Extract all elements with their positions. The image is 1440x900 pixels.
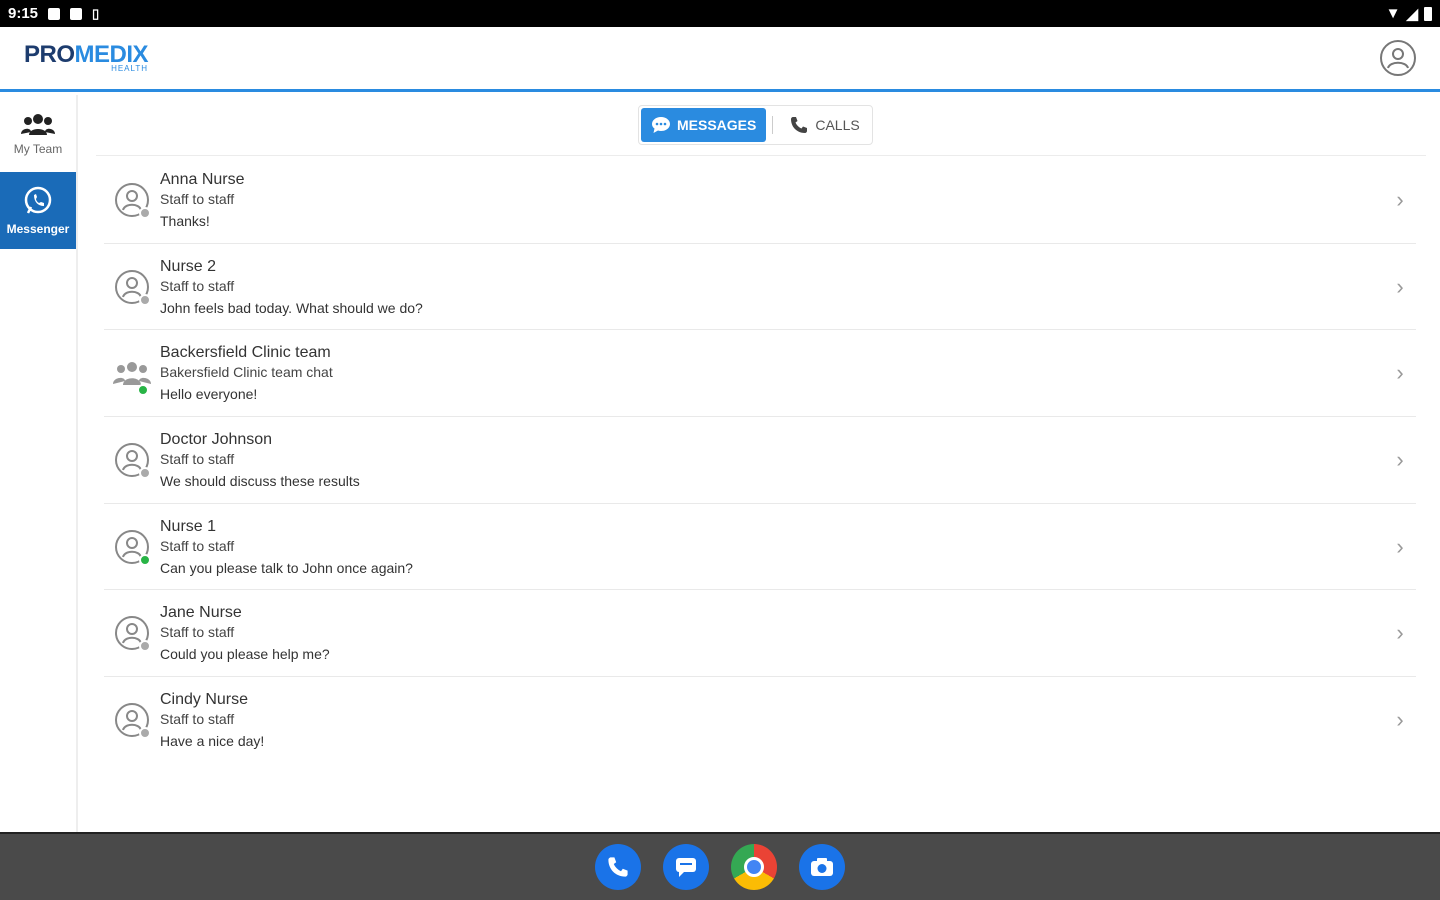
person-avatar-icon	[115, 616, 151, 653]
app-header: PROMEDIX HEALTH	[0, 27, 1440, 92]
conversation-item[interactable]: Backersfield Clinic team Bakersfield Cli…	[104, 330, 1416, 418]
wifi-icon: ▼	[1385, 5, 1401, 22]
conversation-avatar	[104, 269, 160, 306]
conversation-subtitle: Staff to staff	[160, 711, 235, 728]
tab-messages-label: MESSAGES	[677, 117, 757, 133]
sidebar-item-my-team[interactable]: My Team	[0, 95, 76, 172]
person-avatar-icon	[115, 703, 151, 740]
presence-indicator	[139, 206, 151, 219]
conversation-subtitle: Bakersfield Clinic team chat	[160, 364, 333, 381]
chevron-right-icon: ›	[1396, 707, 1404, 733]
person-avatar-icon	[115, 529, 151, 566]
divider	[96, 155, 1426, 156]
conversation-name: Doctor Johnson	[160, 430, 273, 448]
sidebar-item-messenger[interactable]: Messenger	[0, 172, 76, 249]
conversation-subtitle: Staff to staff	[160, 624, 235, 641]
presence-indicator	[137, 384, 149, 397]
presence-indicator	[139, 640, 151, 653]
android-dock	[0, 832, 1440, 900]
conversation-last-message: Hello everyone!	[160, 386, 258, 403]
tab-calls-label: CALLS	[815, 117, 860, 133]
conversation-last-message: Thanks!	[160, 212, 210, 229]
conversation-name: Jane Nurse	[160, 604, 242, 622]
conversation-name: Backersfield Clinic team	[160, 344, 331, 362]
presence-indicator	[139, 293, 151, 306]
messages-app-icon[interactable]	[663, 844, 709, 890]
tab-divider	[772, 116, 774, 134]
sidebar: My Team Messenger	[0, 95, 78, 832]
person-avatar-icon	[115, 182, 151, 219]
chevron-right-icon: ›	[1396, 446, 1404, 472]
chat-phone-icon	[24, 186, 52, 214]
phone-icon	[791, 117, 808, 133]
logo-text-pro: PRO	[24, 41, 75, 68]
sidebar-item-label: Messenger	[6, 221, 70, 236]
camera-app-icon[interactable]	[799, 844, 845, 890]
status-bar: 9:15 ▯ ▼ ◢	[0, 0, 1440, 27]
tab-calls[interactable]: CALLS	[779, 108, 869, 142]
chrome-app-icon[interactable]	[731, 844, 777, 890]
conversation-name: Anna Nurse	[160, 170, 245, 188]
conversation-last-message: Have a nice day!	[160, 733, 265, 750]
conversation-item[interactable]: Nurse 1 Staff to staff Can you please ta…	[104, 504, 1416, 591]
chevron-right-icon: ›	[1396, 360, 1404, 386]
conversation-avatar	[104, 703, 160, 740]
conversation-subtitle: Staff to staff	[160, 450, 235, 467]
conversation-item[interactable]: Jane Nurse Staff to staff Could you plea…	[104, 590, 1416, 678]
conversation-name: Nurse 2	[160, 257, 217, 275]
sd-card-icon	[70, 7, 83, 20]
main-content: MESSAGES CALLS Anna Nurse Staff to staff…	[96, 95, 1426, 832]
conversation-name: Nurse 1	[160, 517, 217, 535]
conversation-last-message: Can you please talk to John once again?	[160, 559, 413, 576]
signal-icon: ◢	[1406, 5, 1418, 23]
chevron-right-icon: ›	[1396, 533, 1404, 559]
person-avatar-icon	[115, 269, 151, 306]
presence-indicator	[139, 553, 151, 566]
person-avatar-icon	[115, 442, 151, 479]
user-avatar-icon	[1387, 48, 1409, 69]
conversation-last-message: We should discuss these results	[160, 472, 360, 489]
conversation-avatar	[104, 356, 160, 397]
conversation-item[interactable]: Nurse 2 Staff to staff John feels bad to…	[104, 244, 1416, 331]
conversation-item[interactable]: Doctor Johnson Staff to staff We should …	[104, 417, 1416, 504]
conversation-last-message: John feels bad today. What should we do?	[160, 299, 423, 316]
conversation-name: Cindy Nurse	[160, 691, 249, 709]
phone-app-icon[interactable]	[595, 844, 641, 890]
chevron-right-icon: ›	[1396, 186, 1404, 212]
conversation-avatar	[104, 529, 160, 566]
promedix-logo: PROMEDIX HEALTH	[24, 41, 149, 73]
battery-icon	[1424, 6, 1432, 21]
chat-bubble-icon	[652, 117, 670, 133]
presence-indicator	[139, 727, 151, 740]
clipboard-icon: ▯	[92, 5, 100, 21]
conversation-avatar	[104, 616, 160, 653]
chevron-right-icon: ›	[1396, 620, 1404, 646]
presence-indicator	[139, 466, 151, 479]
profile-button[interactable]	[1380, 40, 1416, 76]
conversation-subtitle: Staff to staff	[160, 277, 235, 294]
conversation-subtitle: Staff to staff	[160, 537, 235, 554]
messages-calls-toggle: MESSAGES CALLS	[638, 105, 873, 145]
group-icon	[21, 113, 55, 135]
chrome-center-icon	[744, 857, 764, 877]
logo-subtitle: HEALTH	[111, 64, 149, 73]
conversation-last-message: Could you please help me?	[160, 646, 330, 663]
sidebar-item-label: My Team	[13, 141, 63, 156]
chevron-right-icon: ›	[1396, 273, 1404, 299]
conversation-avatar	[104, 442, 160, 479]
conversation-item[interactable]: Anna Nurse Staff to staff Thanks! ›	[104, 157, 1416, 244]
conversation-avatar	[104, 182, 160, 219]
conversation-subtitle: Staff to staff	[160, 190, 235, 207]
group-avatar-icon	[113, 356, 151, 397]
conversation-list: Anna Nurse Staff to staff Thanks! › Nurs…	[104, 157, 1416, 764]
conversation-item[interactable]: Cindy Nurse Staff to staff Have a nice d…	[104, 677, 1416, 764]
notification-icon	[48, 7, 61, 20]
tab-messages[interactable]: MESSAGES	[641, 108, 767, 142]
status-time: 9:15	[8, 5, 39, 22]
